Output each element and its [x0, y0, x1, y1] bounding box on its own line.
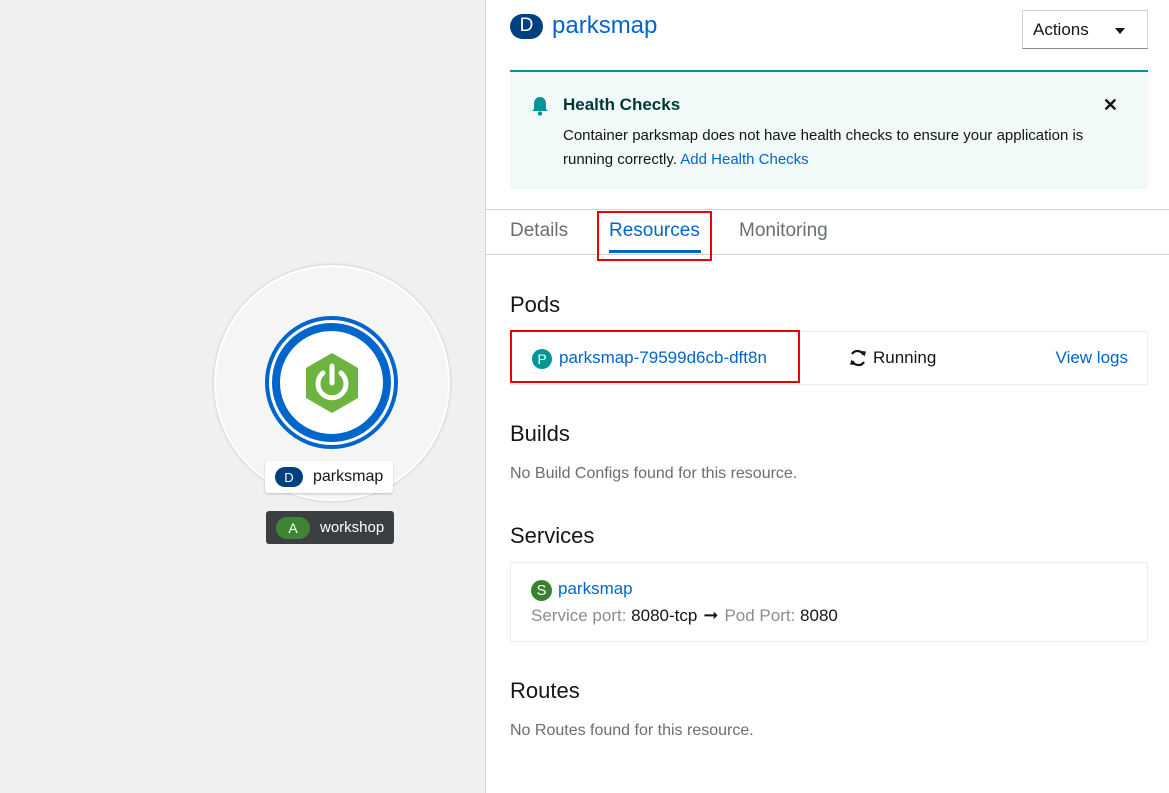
tab-details[interactable]: Details — [510, 220, 568, 242]
alert-message: Container parksmap does not have health … — [563, 127, 1084, 168]
pods-heading: Pods — [510, 292, 561, 317]
pod-port-value: 8080 — [800, 605, 838, 625]
resources-tab-highlight — [597, 211, 712, 261]
pod-status-text: Running — [873, 348, 937, 367]
close-icon[interactable]: ✕ — [1103, 96, 1118, 114]
deployment-badge: D — [275, 467, 303, 487]
spring-boot-power-icon — [300, 351, 364, 415]
caret-down-icon — [1115, 28, 1125, 34]
deployment-node-label[interactable]: D parksmap — [265, 461, 394, 493]
topology-canvas[interactable]: D parksmap A workshop — [0, 0, 486, 793]
application-name: workshop — [320, 519, 385, 536]
application-badge: A — [276, 516, 310, 539]
tab-monitoring[interactable]: Monitoring — [739, 220, 828, 242]
alert-title: Health Checks — [563, 95, 681, 114]
service-port-value: 8080-tcp — [631, 605, 698, 625]
resource-title-link[interactable]: parksmap — [552, 12, 657, 40]
add-health-checks-link[interactable]: Add Health Checks — [680, 151, 808, 168]
routes-empty-message: No Routes found for this resource. — [510, 722, 754, 739]
service-badge: S — [531, 580, 552, 601]
service-item: S parksmap Service port: 8080-tcp ➞ Pod … — [510, 562, 1148, 642]
panel-tabs: Details Resources Monitoring — [486, 209, 1169, 255]
application-group-label[interactable]: A workshop — [266, 511, 395, 544]
sync-icon — [850, 349, 866, 367]
service-name-link[interactable]: parksmap — [558, 579, 633, 599]
pod-port-label: Pod Port: — [724, 605, 796, 625]
services-heading: Services — [510, 523, 595, 548]
resource-side-panel: D parksmap Actions Health Checks Contain… — [486, 0, 1169, 793]
service-ports: Service port: 8080-tcp ➞ Pod Port: 8080 — [531, 605, 838, 626]
actions-dropdown[interactable]: Actions — [1022, 10, 1148, 49]
arrow-right-icon: ➞ — [703, 605, 719, 625]
routes-heading: Routes — [510, 678, 580, 703]
service-port-label: Service port: — [531, 605, 627, 625]
pod-status: Running — [849, 348, 936, 368]
pod-name-highlight — [510, 330, 800, 383]
deployment-node-name: parksmap — [313, 468, 384, 485]
deployment-node[interactable] — [272, 323, 391, 442]
view-logs-link[interactable]: View logs — [1056, 348, 1128, 368]
resource-type-badge: D — [510, 13, 543, 39]
builds-empty-message: No Build Configs found for this resource… — [510, 465, 798, 482]
actions-label: Actions — [1033, 19, 1089, 39]
alert-body: Container parksmap does not have health … — [563, 124, 1133, 172]
panel-header: D parksmap — [510, 12, 657, 40]
health-checks-alert: Health Checks Container parksmap does no… — [510, 70, 1148, 189]
builds-heading: Builds — [510, 421, 570, 446]
bell-icon — [530, 96, 550, 121]
